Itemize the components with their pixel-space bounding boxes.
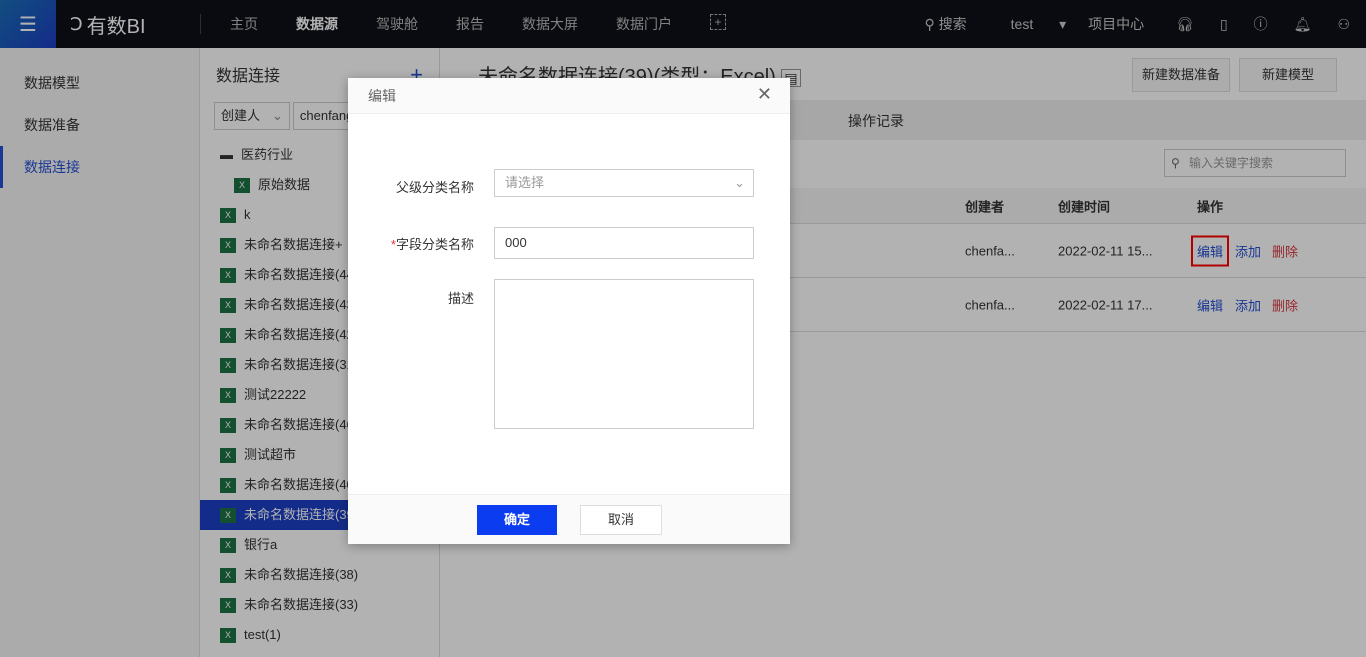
parent-category-select[interactable]: 请选择⌄	[494, 169, 754, 197]
chevron-down-icon: ⌄	[734, 170, 745, 196]
modal-title: 编辑	[348, 78, 790, 114]
description-textarea[interactable]	[494, 279, 754, 429]
category-name-input[interactable]: 000	[494, 227, 754, 259]
confirm-button[interactable]: 确定	[477, 505, 557, 535]
close-icon[interactable]: ✕	[757, 84, 772, 105]
edit-modal: 编辑 ✕ 父级分类名称 请选择⌄ *字段分类名称 000 描述 确定 取消	[348, 78, 790, 544]
cancel-button[interactable]: 取消	[580, 505, 662, 535]
